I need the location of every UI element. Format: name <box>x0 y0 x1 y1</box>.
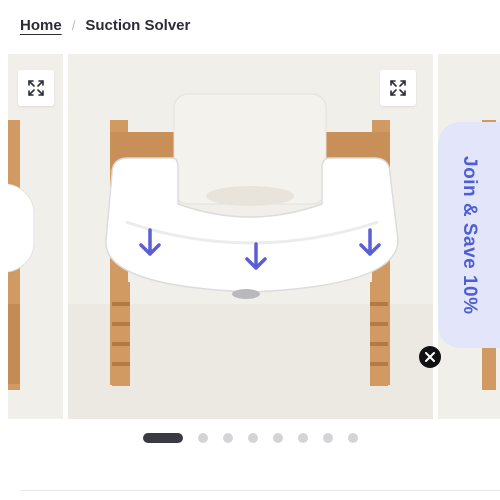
pagination-dot[interactable] <box>323 433 333 443</box>
expand-arrows-icon <box>390 80 406 96</box>
join-and-save-tab[interactable]: Join & Save 10% <box>438 122 500 348</box>
pagination-dot[interactable] <box>298 433 308 443</box>
gallery-slide-active[interactable] <box>68 54 433 419</box>
gallery-pagination <box>0 432 500 444</box>
breadcrumb: Home / Suction Solver <box>20 14 190 36</box>
expand-arrows-icon <box>28 80 44 96</box>
section-divider <box>20 490 500 491</box>
breadcrumb-home-link[interactable]: Home <box>20 17 62 34</box>
pagination-dot[interactable] <box>273 433 283 443</box>
breadcrumb-current: Suction Solver <box>85 16 191 34</box>
product-image-high-chair-tray <box>68 54 433 419</box>
pagination-dot[interactable] <box>198 433 208 443</box>
pagination-dot[interactable] <box>348 433 358 443</box>
gallery-slide-previous[interactable] <box>8 54 63 419</box>
pagination-dot[interactable] <box>248 433 258 443</box>
pagination-dot[interactable] <box>223 433 233 443</box>
expand-button-right[interactable] <box>380 70 416 106</box>
promo-close-button[interactable] <box>419 346 441 368</box>
pagination-dot-active[interactable] <box>143 433 183 443</box>
expand-button-left[interactable] <box>18 70 54 106</box>
product-image-previous <box>8 54 63 419</box>
breadcrumb-separator: / <box>71 17 76 33</box>
close-icon <box>425 352 435 362</box>
join-and-save-label: Join & Save 10% <box>459 155 480 315</box>
